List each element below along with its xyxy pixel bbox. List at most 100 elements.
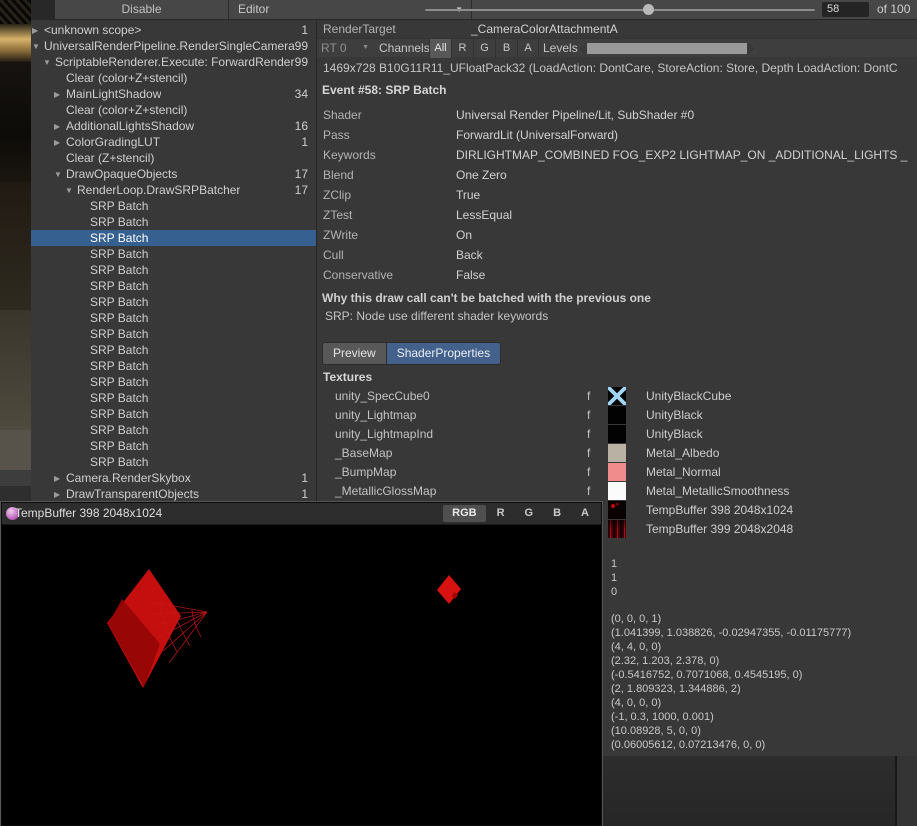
tree-row-label: SRP Batch: [90, 391, 148, 405]
tree-expand-icon[interactable]: ▶: [53, 138, 66, 147]
texture-row: unity_LightmapInd f UnityBlack: [317, 425, 917, 444]
tree-row[interactable]: SRP Batch: [31, 310, 316, 326]
property-row: ZTest LessEqual: [317, 205, 917, 225]
tree-row-label: SRP Batch: [90, 263, 148, 277]
tree-row[interactable]: SRP Batch: [31, 278, 316, 294]
event-title: Event #58: SRP Batch: [322, 83, 447, 97]
channel-button[interactable]: All: [429, 39, 451, 58]
tree-row[interactable]: SRP Batch: [31, 294, 316, 310]
batch-reason-title: Why this draw call can't be batched with…: [322, 291, 651, 305]
tree-row[interactable]: ▼ ScriptableRenderer.Execute: ForwardRen…: [31, 54, 316, 70]
render-target-value: _CameraColorAttachmentA: [471, 22, 618, 36]
texture-thumbnail[interactable]: [608, 387, 626, 405]
tree-row[interactable]: SRP Batch: [31, 438, 316, 454]
property-row: Pass ForwardLit (UniversalForward): [317, 125, 917, 145]
rt-index-dropdown[interactable]: RT 0 ▼: [321, 39, 373, 58]
tree-expand-icon[interactable]: ▼: [64, 186, 77, 195]
texture-asset-name: Metal_Normal: [646, 463, 721, 482]
tree-row[interactable]: SRP Batch: [31, 198, 316, 214]
frame-slider-handle[interactable]: [643, 4, 654, 15]
property-row: Conservative False: [317, 265, 917, 285]
channel-button[interactable]: G: [473, 39, 495, 58]
rt-index-label: RT 0: [321, 41, 347, 55]
preview-channel-button[interactable]: B: [544, 505, 570, 522]
tree-row[interactable]: ▶ MainLightShadow 34: [31, 86, 316, 102]
levels-slider[interactable]: [579, 43, 755, 54]
tree-row[interactable]: SRP Batch: [31, 230, 316, 246]
channel-button[interactable]: B: [495, 39, 517, 58]
channels-label: Channels: [379, 39, 430, 58]
scene-strip-bar: [0, 470, 31, 486]
tree-row-count: 34: [295, 87, 316, 101]
texture-row: _MetallicGlossMap f Metal_MetallicSmooth…: [317, 482, 917, 501]
texture-thumbnail[interactable]: [608, 425, 626, 443]
tree-row[interactable]: SRP Batch: [31, 374, 316, 390]
tree-expand-icon[interactable]: ▼: [42, 58, 55, 67]
property-value: One Zero: [456, 165, 507, 185]
levels-min-handle[interactable]: [579, 43, 587, 54]
property-label: Keywords: [317, 145, 456, 165]
levels-max-handle[interactable]: [747, 43, 755, 54]
tree-expand-icon[interactable]: ▶: [53, 490, 66, 499]
tree-row[interactable]: SRP Batch: [31, 454, 316, 470]
tree-row-count: 1: [301, 23, 316, 37]
tree-row[interactable]: SRP Batch: [31, 246, 316, 262]
tree-row[interactable]: SRP Batch: [31, 214, 316, 230]
tree-row[interactable]: SRP Batch: [31, 358, 316, 374]
tree-row[interactable]: SRP Batch: [31, 390, 316, 406]
tree-row[interactable]: Clear (Z+stencil): [31, 150, 316, 166]
channel-button[interactable]: R: [451, 39, 473, 58]
tree-row[interactable]: ▼ DrawOpaqueObjects 17: [31, 166, 316, 182]
tree-expand-icon[interactable]: ▼: [31, 42, 44, 51]
tree-row[interactable]: Clear (color+Z+stencil): [31, 102, 316, 118]
tree-row[interactable]: ▶ DrawTransparentObjects 1: [31, 486, 316, 502]
tree-row-label: SRP Batch: [90, 375, 148, 389]
tree-row[interactable]: ▶ Camera.RenderSkybox 1: [31, 470, 316, 486]
texture-thumbnail[interactable]: [608, 501, 626, 519]
tree-expand-icon[interactable]: ▶: [53, 122, 66, 131]
frame-number-field[interactable]: 58: [822, 2, 869, 17]
preview-channel-button[interactable]: R: [488, 505, 514, 522]
tree-row[interactable]: ▶ ColorGradingLUT 1: [31, 134, 316, 150]
texture-thumbnail[interactable]: [608, 520, 626, 538]
tree-row[interactable]: ▼ UniversalRenderPipeline.RenderSingleCa…: [31, 38, 316, 54]
channel-button[interactable]: A: [517, 39, 539, 58]
tree-row-label: MainLightShadow: [66, 87, 161, 101]
tab-preview[interactable]: Preview: [322, 342, 386, 365]
levels-label: Levels: [543, 39, 578, 58]
tree-row[interactable]: SRP Batch: [31, 422, 316, 438]
preview-channel-button[interactable]: G: [516, 505, 543, 522]
preview-channel-button[interactable]: A: [572, 505, 598, 522]
texture-flag: f: [587, 425, 590, 444]
tree-row[interactable]: SRP Batch: [31, 406, 316, 422]
tree-row[interactable]: ▼ RenderLoop.DrawSRPBatcher 17: [31, 182, 316, 198]
tree-expand-icon[interactable]: ▶: [53, 90, 66, 99]
texture-thumbnail[interactable]: [608, 406, 626, 424]
tree-row[interactable]: SRP Batch: [31, 342, 316, 358]
tree-row[interactable]: ▶ AdditionalLightsShadow 16: [31, 118, 316, 134]
tree-row[interactable]: SRP Batch: [31, 326, 316, 342]
tab-shader-properties[interactable]: ShaderProperties: [386, 342, 501, 365]
texture-thumbnail[interactable]: [608, 463, 626, 481]
render-target-label: RenderTarget: [323, 22, 396, 36]
tree-row-label: RenderLoop.DrawSRPBatcher: [77, 183, 240, 197]
tree-row-label: SRP Batch: [90, 199, 148, 213]
texture-thumbnail[interactable]: [608, 444, 626, 462]
preview-channel-button[interactable]: RGB: [443, 505, 485, 522]
frame-slider-track[interactable]: [425, 9, 815, 11]
property-label: Blend: [317, 165, 456, 185]
tree-row-label: SRP Batch: [90, 311, 148, 325]
tree-expand-icon[interactable]: ▶: [53, 474, 66, 483]
disable-button[interactable]: Disable: [55, 0, 229, 19]
property-value: LessEqual: [456, 205, 512, 225]
tree-expand-icon[interactable]: ▶: [31, 26, 44, 35]
texture-preview-header[interactable]: TempBuffer 398 2048x1024 RGBRGBA: [2, 503, 601, 525]
tree-row[interactable]: Clear (color+Z+stencil): [31, 70, 316, 86]
texture-asset-name: Metal_MetallicSmoothness: [646, 482, 789, 501]
texture-asset-name: TempBuffer 398 2048x1024: [646, 501, 793, 520]
tree-expand-icon[interactable]: ▼: [53, 170, 66, 179]
tree-row[interactable]: SRP Batch: [31, 262, 316, 278]
tree-row-label: SRP Batch: [90, 247, 148, 261]
tree-row[interactable]: ▶ <unknown scope> 1: [31, 22, 316, 38]
texture-thumbnail[interactable]: [608, 482, 626, 500]
